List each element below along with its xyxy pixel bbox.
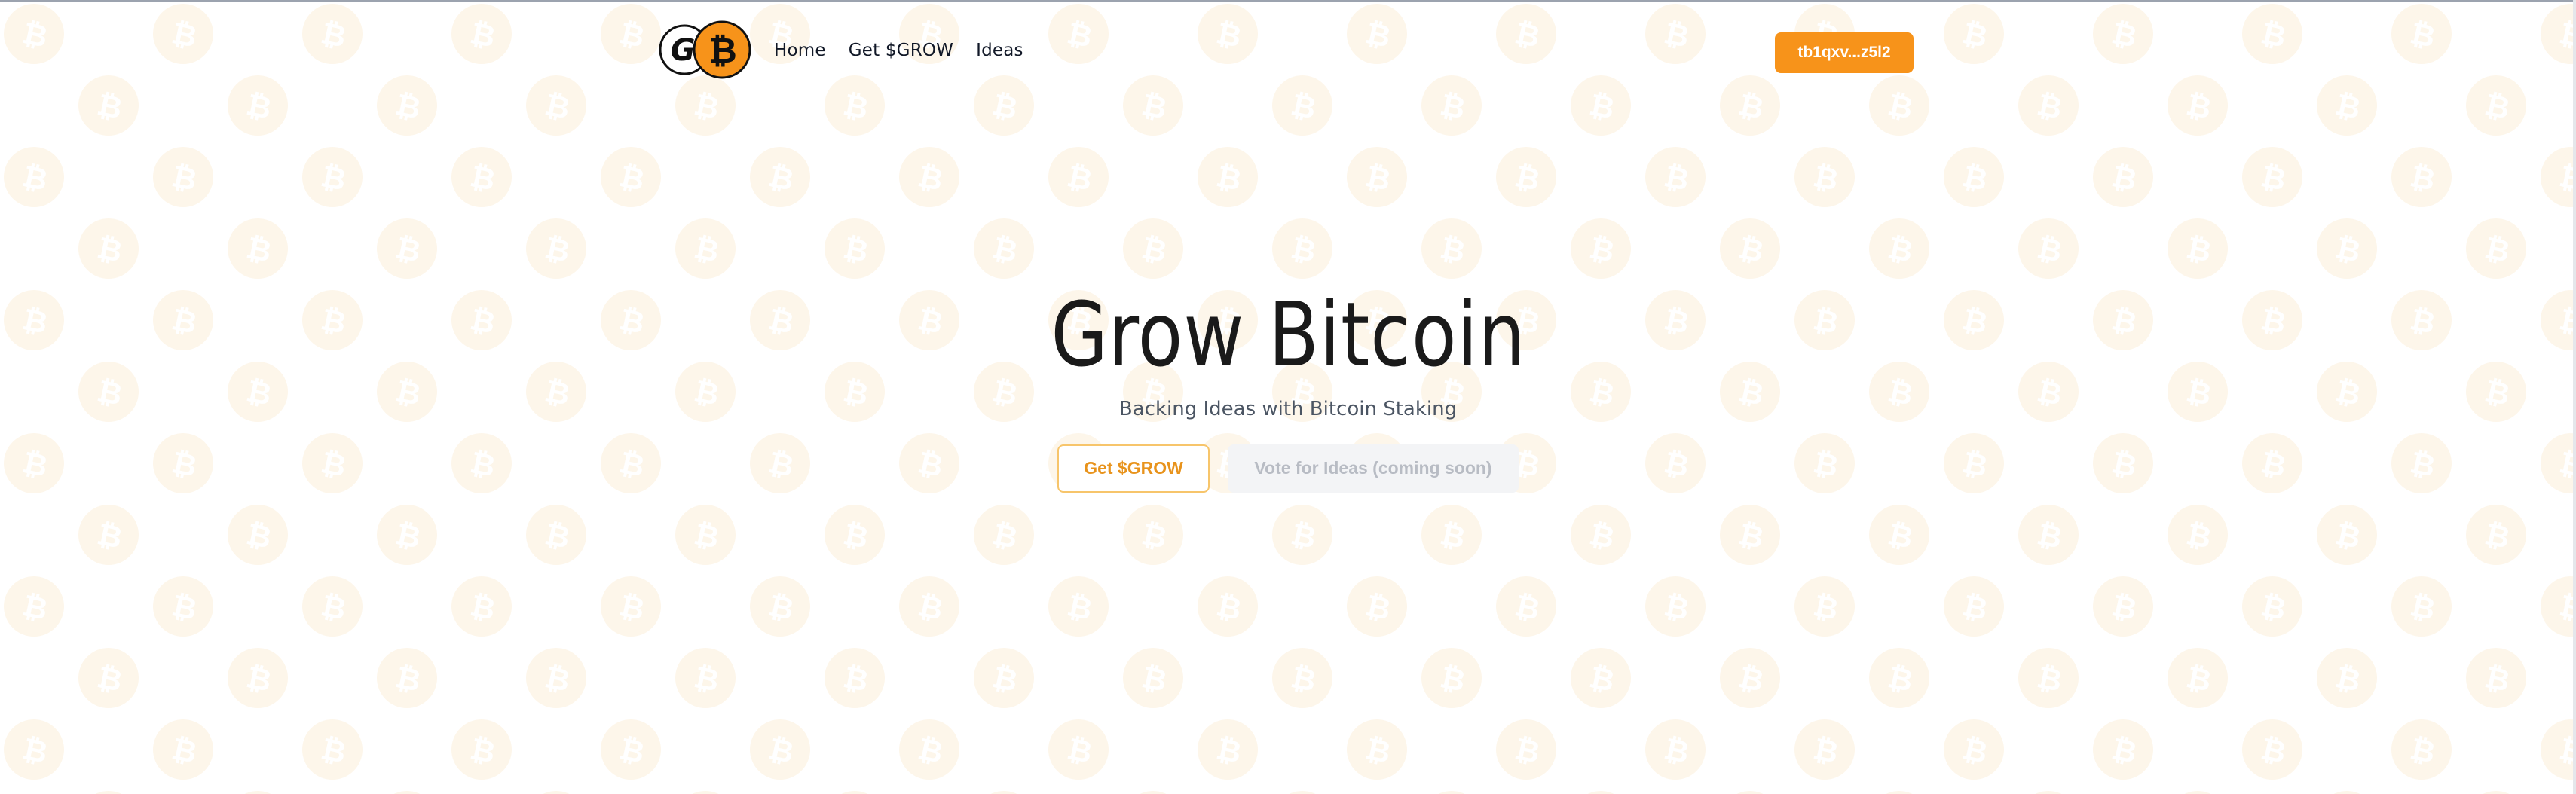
nav-home[interactable]: Home <box>774 41 826 60</box>
wallet-address-button[interactable]: tb1qxv...z5l2 <box>1775 32 1914 73</box>
get-grow-button[interactable]: Get $GROW <box>1057 444 1210 493</box>
hero-actions: Get $GROW Vote for Ideas (coming soon) <box>0 444 2576 493</box>
site-header: G ₿ Home Get $GROW Ideas tb1qxv...z5l2 <box>0 0 2576 105</box>
vote-ideas-button[interactable]: Vote for Ideas (coming soon) <box>1228 444 1519 493</box>
window-top-border <box>0 0 2576 2</box>
main-nav: Home Get $GROW Ideas <box>774 41 1023 60</box>
hero-section: Grow Bitcoin Backing Ideas with Bitcoin … <box>0 286 2576 493</box>
nav-get-grow[interactable]: Get $GROW <box>849 41 953 60</box>
hero-subtitle: Backing Ideas with Bitcoin Staking <box>1118 397 1458 420</box>
nav-ideas[interactable]: Ideas <box>976 41 1023 60</box>
scrollbar-track[interactable] <box>2573 0 2576 794</box>
hero-title: Grow Bitcoin <box>0 286 2576 384</box>
hero-title-text: Grow Bitcoin <box>1050 282 1525 386</box>
logo-bitcoin-symbol: ₿ <box>708 30 737 71</box>
grow-bitcoin-logo[interactable]: G ₿ <box>659 18 752 81</box>
logo-letter-g: G <box>671 33 696 68</box>
